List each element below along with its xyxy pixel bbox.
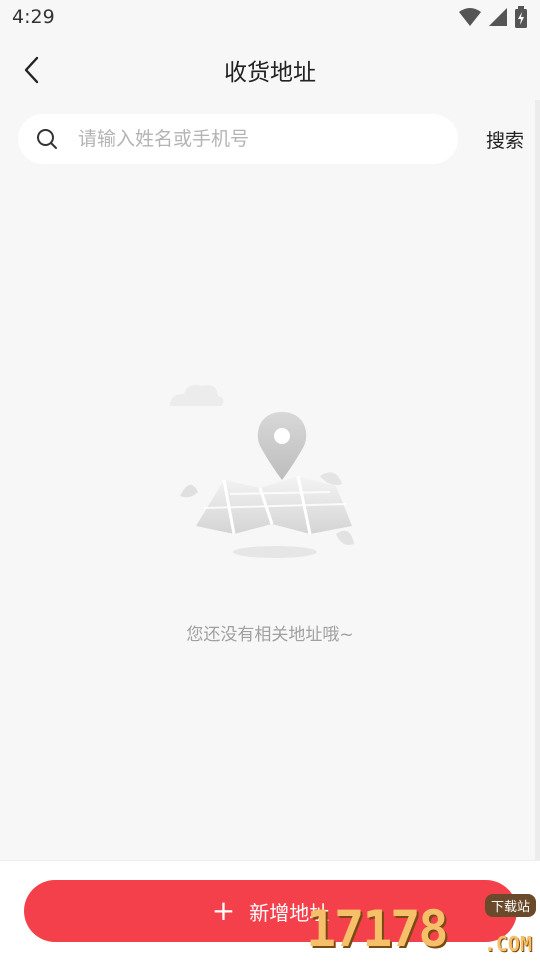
plus-icon: + [211, 894, 236, 927]
watermark-tag: 下载站 [484, 894, 536, 917]
watermark-digits: 17178 [306, 900, 449, 958]
status-icons [458, 6, 528, 28]
status-bar: 4:29 [0, 0, 540, 36]
watermark-suffix: .COM [483, 932, 532, 956]
wifi-icon [459, 8, 481, 26]
watermark-logo: 17178 .COM 下载站 [306, 894, 538, 960]
empty-message: 您还没有相关地址哦~ [186, 625, 354, 645]
search-input[interactable] [76, 127, 440, 151]
map-pin-illustration [170, 385, 354, 558]
search-box[interactable] [18, 114, 458, 164]
app-bar: 收货地址 [0, 36, 540, 100]
page-title: 收货地址 [224, 60, 316, 86]
status-time: 4:29 [12, 6, 55, 28]
search-button[interactable]: 搜索 [486, 126, 524, 153]
battery-charging-icon [515, 6, 527, 28]
signal-icon [489, 8, 507, 26]
search-icon [34, 126, 60, 152]
scrollbar-track [535, 100, 540, 860]
